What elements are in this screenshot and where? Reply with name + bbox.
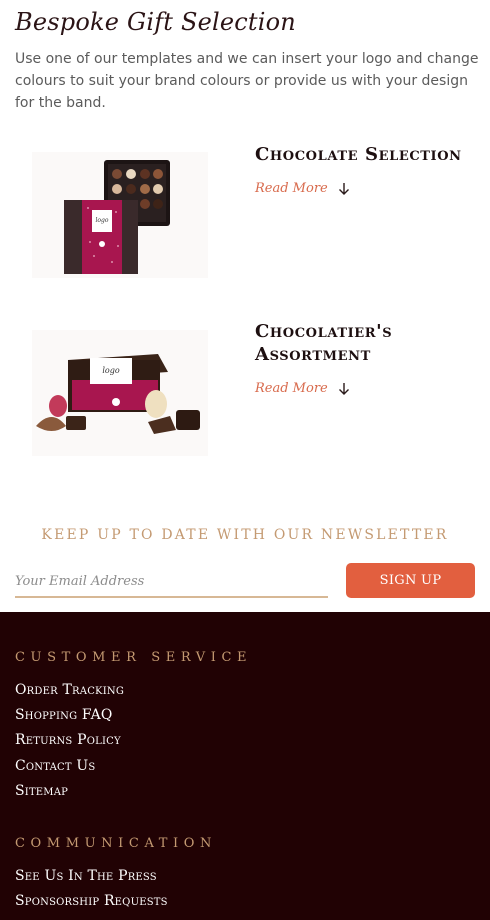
email-input[interactable]: [15, 566, 328, 598]
communication-heading: Communication: [15, 836, 217, 851]
product-title[interactable]: Chocolatier's Assortment: [255, 320, 480, 366]
footer-link-press[interactable]: See Us In The Press: [15, 868, 157, 884]
intro-text: Use one of our templates and we can inse…: [15, 51, 479, 111]
footer-link-shopping-faq[interactable]: Shopping FAQ: [15, 707, 113, 723]
arrow-down-icon: [338, 182, 350, 196]
sign-up-button[interactable]: Sign Up: [346, 563, 475, 598]
read-more-label: Read More: [255, 381, 328, 396]
footer-link-order-tracking[interactable]: Order Tracking: [15, 682, 124, 698]
footer-link-sitemap[interactable]: Sitemap: [15, 783, 68, 799]
newsletter-heading: Keep up to date with our newsletter: [41, 527, 449, 543]
page-title: Bespoke Gift Selection: [15, 8, 296, 36]
read-more-label: Read More: [255, 181, 328, 196]
footer-link-sponsorship[interactable]: Sponsorship Requests: [15, 893, 168, 909]
chocolate-box-image[interactable]: logo: [32, 152, 208, 278]
read-more-link[interactable]: Read More: [255, 181, 350, 196]
logo-placeholder-text: logo: [96, 217, 109, 224]
footer-link-contact-us[interactable]: Contact Us: [15, 758, 95, 774]
footer: Customer Service Order Tracking Shopping…: [0, 612, 490, 920]
product-title[interactable]: Chocolate Selection: [255, 143, 480, 166]
chocolate-assortment-image[interactable]: logo: [32, 330, 208, 456]
footer-link-returns-policy[interactable]: Returns Policy: [15, 732, 121, 748]
read-more-link[interactable]: Read More: [255, 381, 350, 396]
customer-service-heading: Customer Service: [15, 650, 253, 665]
logo-placeholder-text: logo: [102, 366, 119, 375]
arrow-down-icon: [338, 382, 350, 396]
